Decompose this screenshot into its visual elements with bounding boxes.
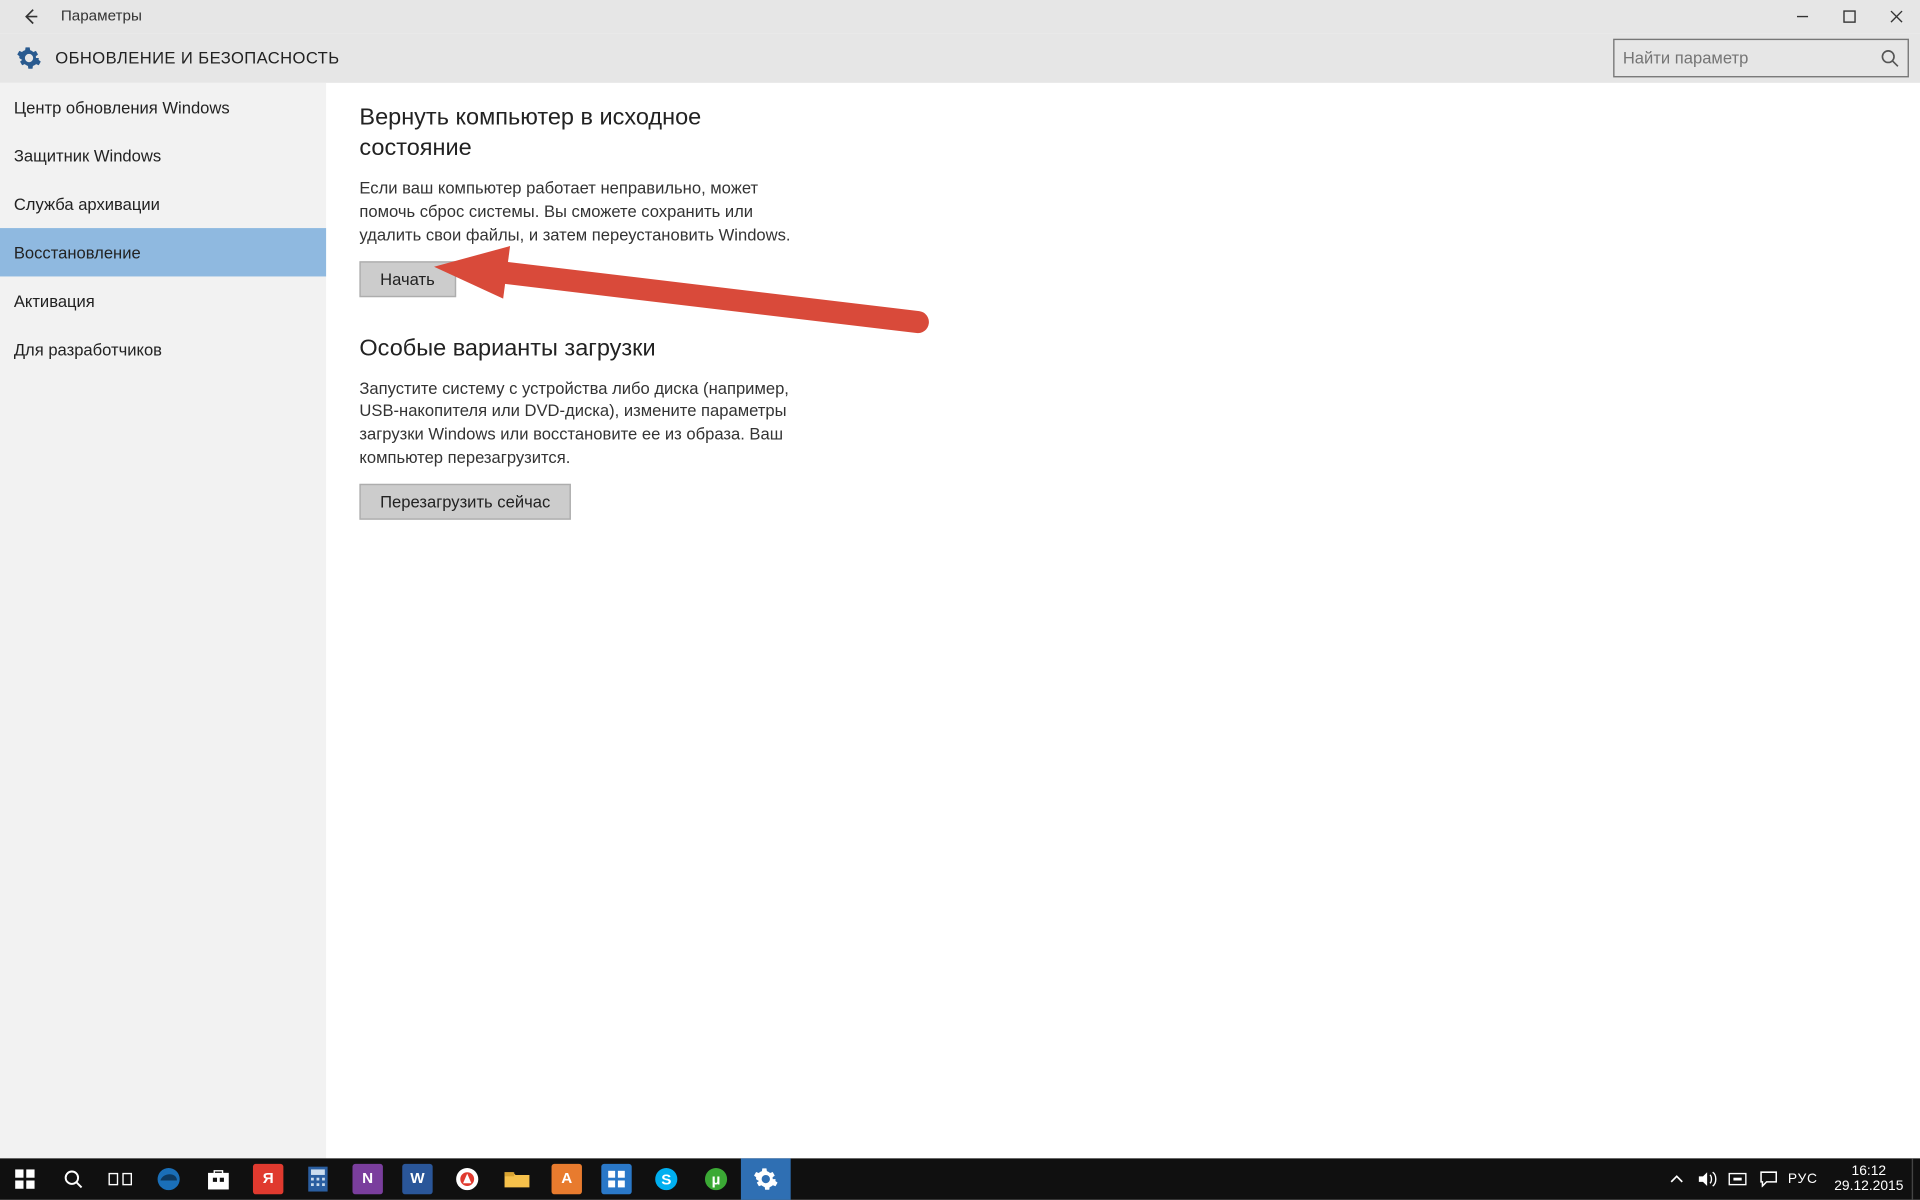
sidebar: Центр обновления Windows Защитник Window… xyxy=(0,83,326,1158)
taskbar-app-explorer[interactable] xyxy=(492,1158,542,1199)
close-icon xyxy=(1890,10,1904,24)
skype-icon: S xyxy=(651,1164,681,1194)
window-controls xyxy=(1779,0,1920,33)
taskbar-app-word[interactable]: W xyxy=(393,1158,443,1199)
sidebar-item-defender[interactable]: Защитник Windows xyxy=(0,131,326,179)
minimize-icon xyxy=(1796,10,1810,24)
system-tray: РУС xyxy=(1658,1158,1826,1199)
volume-icon[interactable] xyxy=(1697,1168,1719,1190)
reset-description: Если ваш компьютер работает неправильно,… xyxy=(359,177,815,247)
back-button[interactable] xyxy=(0,0,61,33)
aimp-icon: A xyxy=(552,1164,582,1194)
taskbar-app-edge[interactable] xyxy=(144,1158,194,1199)
edge-icon xyxy=(153,1164,183,1194)
taskbar-app-onenote[interactable]: N xyxy=(343,1158,393,1199)
sidebar-item-label: Восстановление xyxy=(14,243,141,262)
sidebar-item-label: Для разработчиков xyxy=(14,339,162,358)
sidebar-item-developers[interactable]: Для разработчиков xyxy=(0,325,326,373)
taskbar-app-yandex-browser[interactable] xyxy=(442,1158,492,1199)
taskbar-app-utorrent[interactable]: µ xyxy=(691,1158,741,1199)
sidebar-item-activation[interactable]: Активация xyxy=(0,276,326,324)
gear-icon xyxy=(14,43,44,73)
taskbar-search-button[interactable] xyxy=(50,1158,97,1199)
yandex-icon: Я xyxy=(253,1164,283,1194)
minimize-button[interactable] xyxy=(1779,0,1826,33)
word-icon: W xyxy=(402,1164,432,1194)
sidebar-item-windows-update[interactable]: Центр обновления Windows xyxy=(0,83,326,131)
sidebar-item-label: Активация xyxy=(14,291,95,310)
sidebar-item-label: Защитник Windows xyxy=(14,146,161,165)
search-icon[interactable] xyxy=(1872,48,1908,67)
restart-now-button[interactable]: Перезагрузить сейчас xyxy=(359,484,571,520)
clock-time: 16:12 xyxy=(1852,1164,1887,1179)
network-icon[interactable] xyxy=(1727,1168,1749,1190)
back-arrow-icon xyxy=(21,7,40,26)
search-input[interactable] xyxy=(1615,48,1872,67)
section-title: ОБНОВЛЕНИЕ И БЕЗОПАСНОСТЬ xyxy=(55,48,339,67)
clock-date: 29.12.2015 xyxy=(1834,1179,1903,1194)
maximize-icon xyxy=(1843,10,1857,24)
action-center-icon[interactable] xyxy=(1757,1168,1779,1190)
tray-overflow-button[interactable] xyxy=(1666,1168,1688,1190)
taskbar-app-generic-blue[interactable] xyxy=(592,1158,642,1199)
folder-icon xyxy=(502,1164,532,1194)
yandex-browser-icon xyxy=(452,1164,482,1194)
app-icon xyxy=(601,1164,631,1194)
maximize-button[interactable] xyxy=(1826,0,1873,33)
content: Вернуть компьютер в исходное состояние Е… xyxy=(326,83,1920,1158)
sidebar-item-label: Служба архивации xyxy=(14,194,160,213)
taskbar-app-calculator[interactable] xyxy=(293,1158,343,1199)
language-indicator[interactable]: РУС xyxy=(1788,1171,1818,1186)
taskbar-clock[interactable]: 16:12 29.12.2015 xyxy=(1826,1158,1912,1199)
advanced-heading: Особые варианты загрузки xyxy=(359,333,815,364)
sidebar-item-recovery[interactable]: Восстановление xyxy=(0,228,326,276)
titlebar: Параметры xyxy=(0,0,1920,33)
task-view-button[interactable] xyxy=(97,1158,144,1199)
window-title: Параметры xyxy=(61,8,142,25)
svg-text:µ: µ xyxy=(712,1172,721,1189)
windows-logo-icon xyxy=(14,1168,36,1190)
taskbar-app-store[interactable] xyxy=(194,1158,244,1199)
show-desktop-button[interactable] xyxy=(1912,1158,1920,1199)
gear-icon xyxy=(751,1164,781,1194)
taskbar-app-skype[interactable]: S xyxy=(641,1158,691,1199)
search-icon xyxy=(62,1168,84,1190)
taskbar-app-settings[interactable] xyxy=(741,1158,791,1199)
body: Центр обновления Windows Защитник Window… xyxy=(0,83,1920,1158)
task-view-icon xyxy=(108,1169,133,1188)
taskbar-app-yandex[interactable]: Я xyxy=(243,1158,293,1199)
reset-heading: Вернуть компьютер в исходное состояние xyxy=(359,102,815,163)
taskbar: Я N W A S µ РУС 16:12 29.12.2015 xyxy=(0,1158,1920,1199)
sidebar-item-label: Центр обновления Windows xyxy=(14,97,230,116)
reset-start-button[interactable]: Начать xyxy=(359,261,455,297)
search-box[interactable] xyxy=(1613,39,1909,78)
calculator-icon xyxy=(303,1164,333,1194)
onenote-icon: N xyxy=(352,1164,382,1194)
section-header: ОБНОВЛЕНИЕ И БЕЗОПАСНОСТЬ xyxy=(0,33,1920,83)
store-icon xyxy=(203,1164,233,1194)
svg-text:S: S xyxy=(661,1172,671,1189)
advanced-description: Запустите систему с устройства либо диск… xyxy=(359,377,815,470)
chevron-up-icon xyxy=(1670,1172,1684,1186)
start-button[interactable] xyxy=(0,1158,50,1199)
sidebar-item-backup[interactable]: Служба архивации xyxy=(0,180,326,228)
taskbar-app-aimp[interactable]: A xyxy=(542,1158,592,1199)
utorrent-icon: µ xyxy=(701,1164,731,1194)
close-button[interactable] xyxy=(1873,0,1920,33)
